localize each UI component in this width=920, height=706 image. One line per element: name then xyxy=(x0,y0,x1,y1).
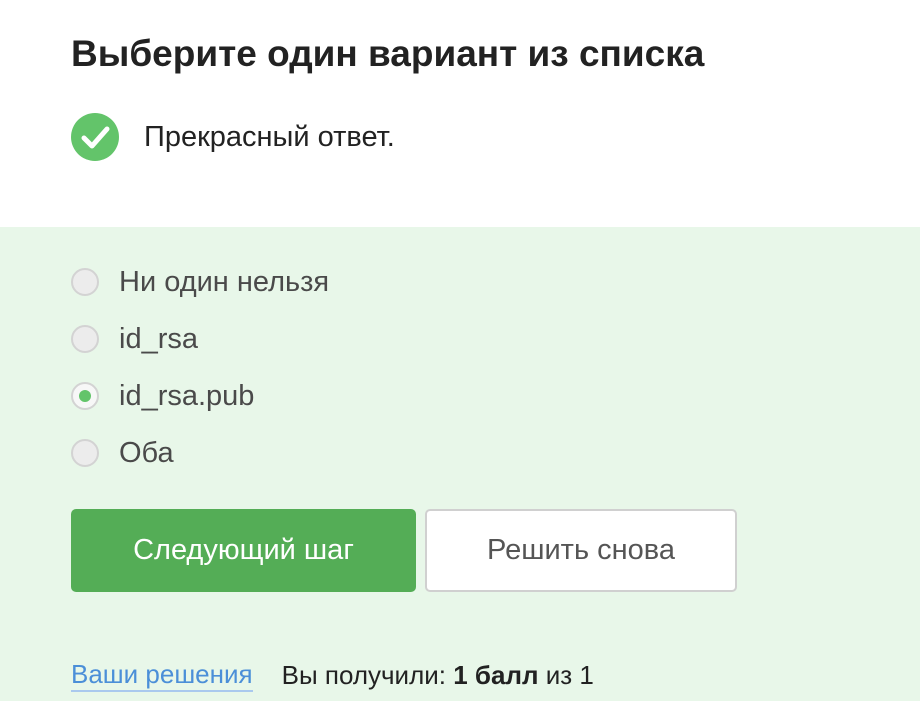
option-none[interactable]: Ни один нельзя xyxy=(71,266,329,298)
option-id-rsa-pub[interactable]: id_rsa.pub xyxy=(71,380,254,412)
option-label: Ни один нельзя xyxy=(119,265,330,298)
option-id-rsa[interactable]: id_rsa xyxy=(71,323,198,355)
feedback-text: Прекрасный ответ. xyxy=(144,120,395,153)
option-both[interactable]: Оба xyxy=(71,437,174,469)
correct-feedback: Прекрасный ответ. xyxy=(71,113,395,161)
score-text: Вы получили: 1 балл из 1 xyxy=(282,660,594,691)
option-label: Оба xyxy=(119,436,174,469)
score-value: 1 балл xyxy=(453,659,539,690)
radio-button[interactable] xyxy=(71,268,99,296)
check-circle-icon xyxy=(71,113,119,161)
radio-button-selected[interactable] xyxy=(71,382,99,410)
solve-again-button[interactable]: Решить снова xyxy=(425,509,737,592)
score-prefix: Вы получили: xyxy=(281,659,446,690)
bottom-divider xyxy=(0,701,920,706)
score-suffix: из 1 xyxy=(545,659,594,690)
question-header: Выберите один вариант из списка Прекрасн… xyxy=(0,0,920,227)
your-solutions-link[interactable]: Ваши решения xyxy=(71,658,253,692)
radio-button[interactable] xyxy=(71,325,99,353)
radio-button[interactable] xyxy=(71,439,99,467)
quiz-step: Выберите один вариант из списка Прекрасн… xyxy=(0,0,920,706)
option-label: id_rsa xyxy=(119,322,198,355)
submission-footer: Ваши решения Вы получили: 1 балл из 1 xyxy=(71,657,594,693)
next-step-button[interactable]: Следующий шаг xyxy=(71,509,416,592)
question-title: Выберите один вариант из списка xyxy=(71,33,705,74)
option-label: id_rsa.pub xyxy=(119,379,255,412)
